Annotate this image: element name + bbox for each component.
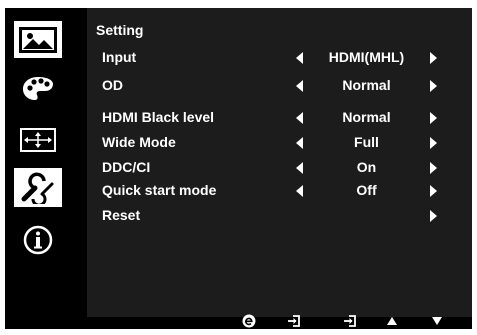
menu-row-label: OD [102,77,123,93]
menu-row-hdmi-black-level[interactable]: HDMI Black level Normal [87,106,472,128]
sidebar-item-picture[interactable] [14,21,62,58]
settings-panel: Setting Input HDMI(MHL) OD Normal HDMI B… [87,8,472,317]
left-arrow-icon[interactable] [296,162,303,174]
exit-icon[interactable] [343,313,357,329]
info-icon [23,225,53,254]
left-arrow-icon[interactable] [296,80,303,92]
sidebar [5,8,87,317]
right-arrow-icon[interactable] [430,162,437,174]
menu-row-label: DDC/CI [102,159,151,175]
right-arrow-icon[interactable] [430,80,437,92]
footer-button-bar [87,314,472,329]
menu-title: Setting [96,22,144,38]
down-arrow-icon[interactable] [432,313,442,329]
menu-row-label: Wide Mode [102,134,176,150]
menu-row-od[interactable]: OD Normal [87,74,472,96]
picture-icon [19,26,57,53]
e-key-icon[interactable] [242,313,256,329]
menu-row-label: Input [102,49,137,65]
sidebar-item-color[interactable] [14,70,62,107]
sidebar-item-display[interactable] [14,121,62,158]
menu-row-value: Normal [342,77,391,93]
menu-row-label: Reset [102,207,141,223]
menu-row-label: HDMI Black level [102,109,215,125]
palette-icon [23,76,53,100]
menu-row-value: HDMI(MHL) [328,49,405,65]
right-arrow-icon[interactable] [430,112,437,124]
osd-menu: Setting Input HDMI(MHL) OD Normal HDMI B… [5,8,472,329]
menu-row-input[interactable]: Input HDMI(MHL) [87,46,472,68]
left-arrow-icon[interactable] [296,112,303,124]
sidebar-item-information[interactable] [14,221,62,258]
menu-row-value: On [356,159,377,175]
right-arrow-icon[interactable] [430,52,437,64]
right-arrow-icon[interactable] [430,137,437,149]
menu-row-value: Full [354,134,379,150]
menu-row-value: Normal [342,109,391,125]
menu-row-ddc-ci[interactable]: DDC/CI On [87,156,472,178]
wrench-settings-icon [21,172,54,204]
menu-row-reset[interactable]: Reset [87,204,472,226]
right-arrow-icon[interactable] [430,185,437,197]
menu-row-label: Quick start mode [102,182,217,198]
up-arrow-icon[interactable] [387,313,397,329]
screen-position-icon [20,127,56,152]
menu-row-wide-mode[interactable]: Wide Mode Full [87,131,472,153]
left-arrow-icon[interactable] [296,137,303,149]
enter-icon[interactable] [287,313,301,329]
sidebar-item-setting[interactable] [14,168,62,207]
right-arrow-icon[interactable] [430,210,437,222]
left-arrow-icon[interactable] [296,185,303,197]
menu-row-value: Off [356,182,377,198]
menu-row-quick-start-mode[interactable]: Quick start mode Off [87,179,472,201]
left-arrow-icon[interactable] [296,52,303,64]
